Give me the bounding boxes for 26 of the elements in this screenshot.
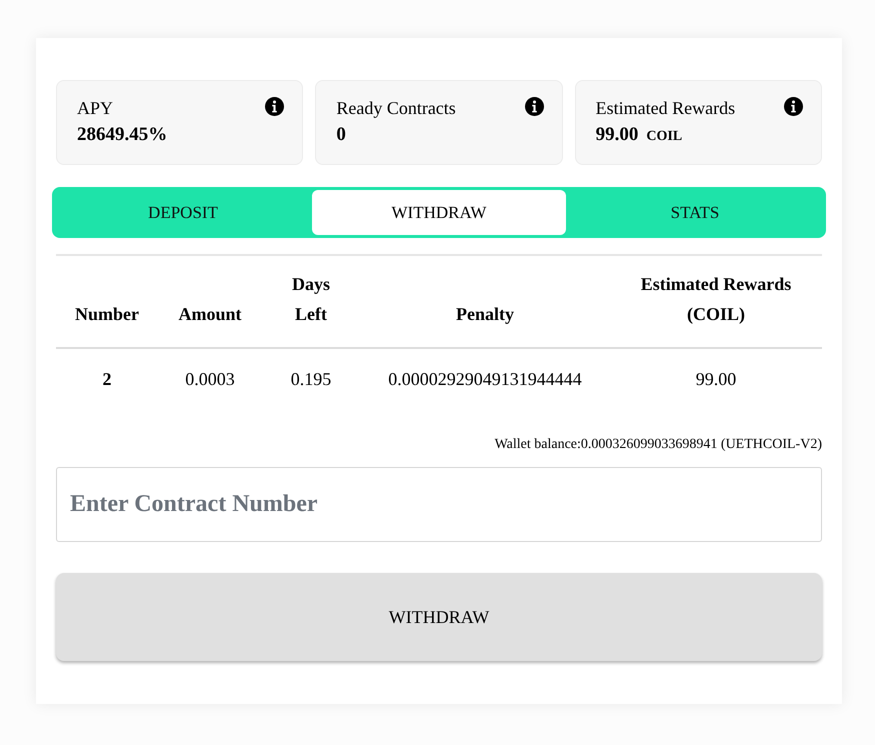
table-cell: 0.00002929049131944444: [388, 369, 582, 389]
tab[interactable]: WITHDRAW: [312, 190, 566, 235]
wallet-balance: Wallet balance:0.000326099033698941 (UETHCOIL-V2): [494, 436, 822, 454]
tab[interactable]: STATS: [568, 190, 822, 235]
column-header: Estimated Rewards (COIL): [640, 273, 792, 326]
table-cell: 99.00: [696, 369, 736, 389]
info-icon[interactable]: [524, 97, 544, 116]
column-header: Days Left: [292, 273, 330, 326]
stat-label: Estimated Rewards: [596, 97, 736, 119]
info-icon[interactable]: [784, 97, 803, 116]
table-cell: 0.195: [290, 369, 332, 389]
stat-label: Ready Contracts: [336, 97, 456, 119]
withdraw-button[interactable]: WITHDRAW: [56, 573, 822, 661]
stat-unit: COIL: [646, 128, 682, 146]
stat-value: 99.00: [596, 123, 638, 147]
stat-value: 0: [336, 123, 346, 147]
tab[interactable]: DEPOSIT: [56, 190, 310, 235]
info-icon[interactable]: [265, 97, 284, 116]
column-header: Number: [74, 303, 140, 326]
contract-number-input[interactable]: Enter Contract Number: [56, 467, 822, 542]
column-header: Amount: [177, 303, 242, 326]
column-header: Penalty: [455, 303, 515, 326]
stat-label: APY: [77, 97, 114, 119]
table-cell: 2: [102, 369, 112, 389]
stat-value: 28649.45%: [77, 123, 168, 147]
table-cell: 0.0003: [185, 369, 235, 389]
